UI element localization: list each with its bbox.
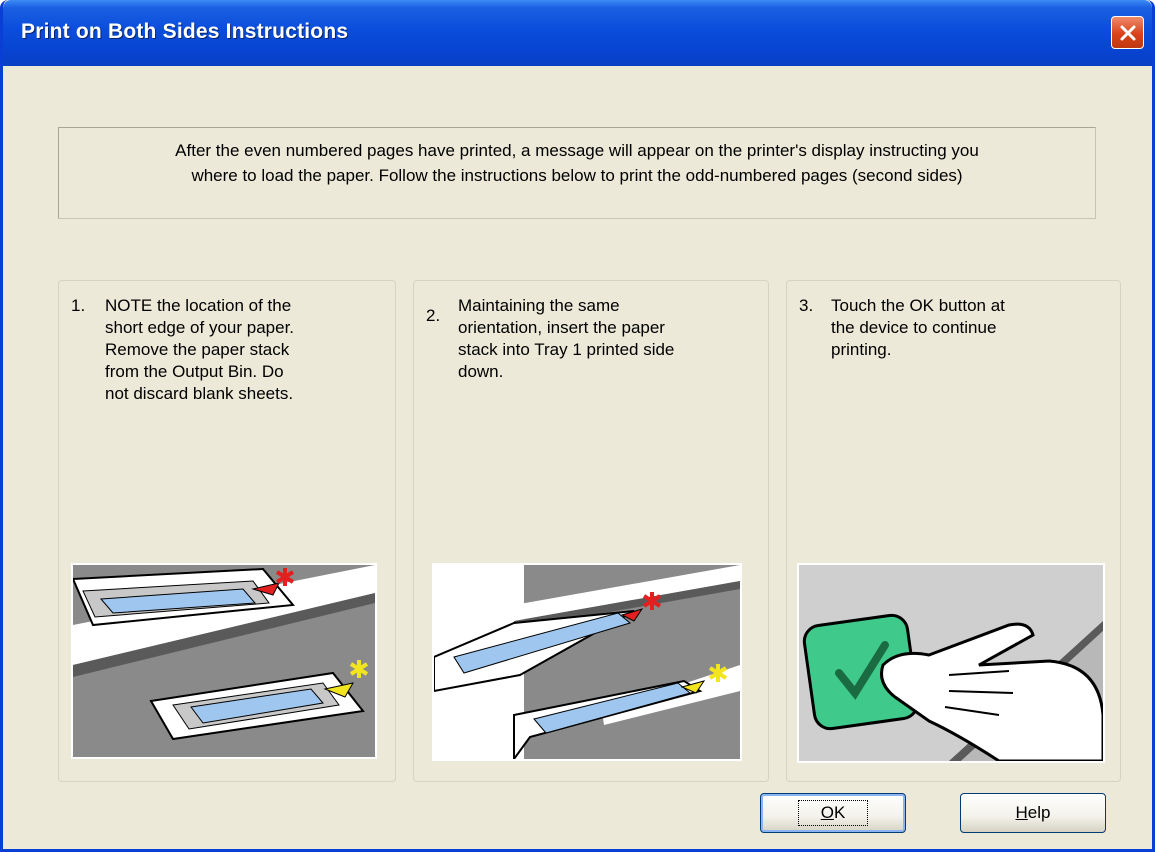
step-2-text: Maintaining the same orientation, insert…	[458, 295, 758, 383]
step-2-line: stack into Tray 1 printed side	[458, 340, 675, 359]
step-1-illustration	[71, 563, 377, 759]
instruction-message-box: After the even numbered pages have print…	[58, 127, 1096, 219]
step-2-line: Maintaining the same	[458, 296, 620, 315]
step-1-line: Remove the paper stack	[105, 340, 290, 359]
step-panel-2: 2. Maintaining the same orientation, ins…	[413, 280, 769, 782]
dialog-window: Print on Both Sides Instructions After t…	[0, 0, 1155, 852]
instruction-message: After the even numbered pages have print…	[59, 138, 1095, 188]
window-title: Print on Both Sides Instructions	[21, 20, 349, 43]
step-1-line: short edge of your paper.	[105, 318, 295, 337]
message-line-1: After the even numbered pages have print…	[175, 141, 979, 160]
help-mnemonic: H	[1015, 803, 1028, 822]
help-button[interactable]: Help	[960, 793, 1106, 833]
step-1-line: not discard blank sheets.	[105, 384, 294, 403]
close-icon	[1120, 25, 1135, 40]
step-1-line: from the Output Bin. Do	[105, 362, 284, 381]
step-3-line: Touch the OK button at	[831, 296, 1005, 315]
message-line-2: where to load the paper. Follow the inst…	[191, 166, 963, 185]
ok-button[interactable]: OK	[760, 793, 906, 833]
step-panel-1: 1. NOTE the location of the short edge o…	[58, 280, 396, 782]
step-2-line: down.	[458, 362, 504, 381]
ok-button-label: OK	[797, 800, 869, 826]
ok-mnemonic: O	[820, 803, 834, 822]
help-label-rest: elp	[1027, 803, 1051, 822]
step-panel-3: 3. Touch the OK button at the device to …	[786, 280, 1121, 782]
step-3-line: printing.	[831, 340, 892, 359]
ok-label-rest: K	[833, 803, 846, 822]
help-button-label: Help	[1016, 803, 1051, 823]
step-number: 2.	[426, 306, 441, 325]
step-2-illustration	[432, 563, 742, 763]
step-3-text: Touch the OK button at the device to con…	[831, 295, 1111, 361]
title-bar[interactable]: Print on Both Sides Instructions	[3, 0, 1152, 66]
step-1-line: NOTE the location of the	[105, 296, 292, 315]
step-3-illustration	[797, 563, 1105, 763]
step-number: 1.	[71, 296, 86, 315]
step-1-text: NOTE the location of the short edge of y…	[105, 295, 385, 405]
step-number: 3.	[799, 296, 814, 315]
close-button[interactable]	[1111, 16, 1144, 49]
step-3-line: the device to continue	[831, 318, 997, 337]
step-2-line: orientation, insert the paper	[458, 318, 665, 337]
